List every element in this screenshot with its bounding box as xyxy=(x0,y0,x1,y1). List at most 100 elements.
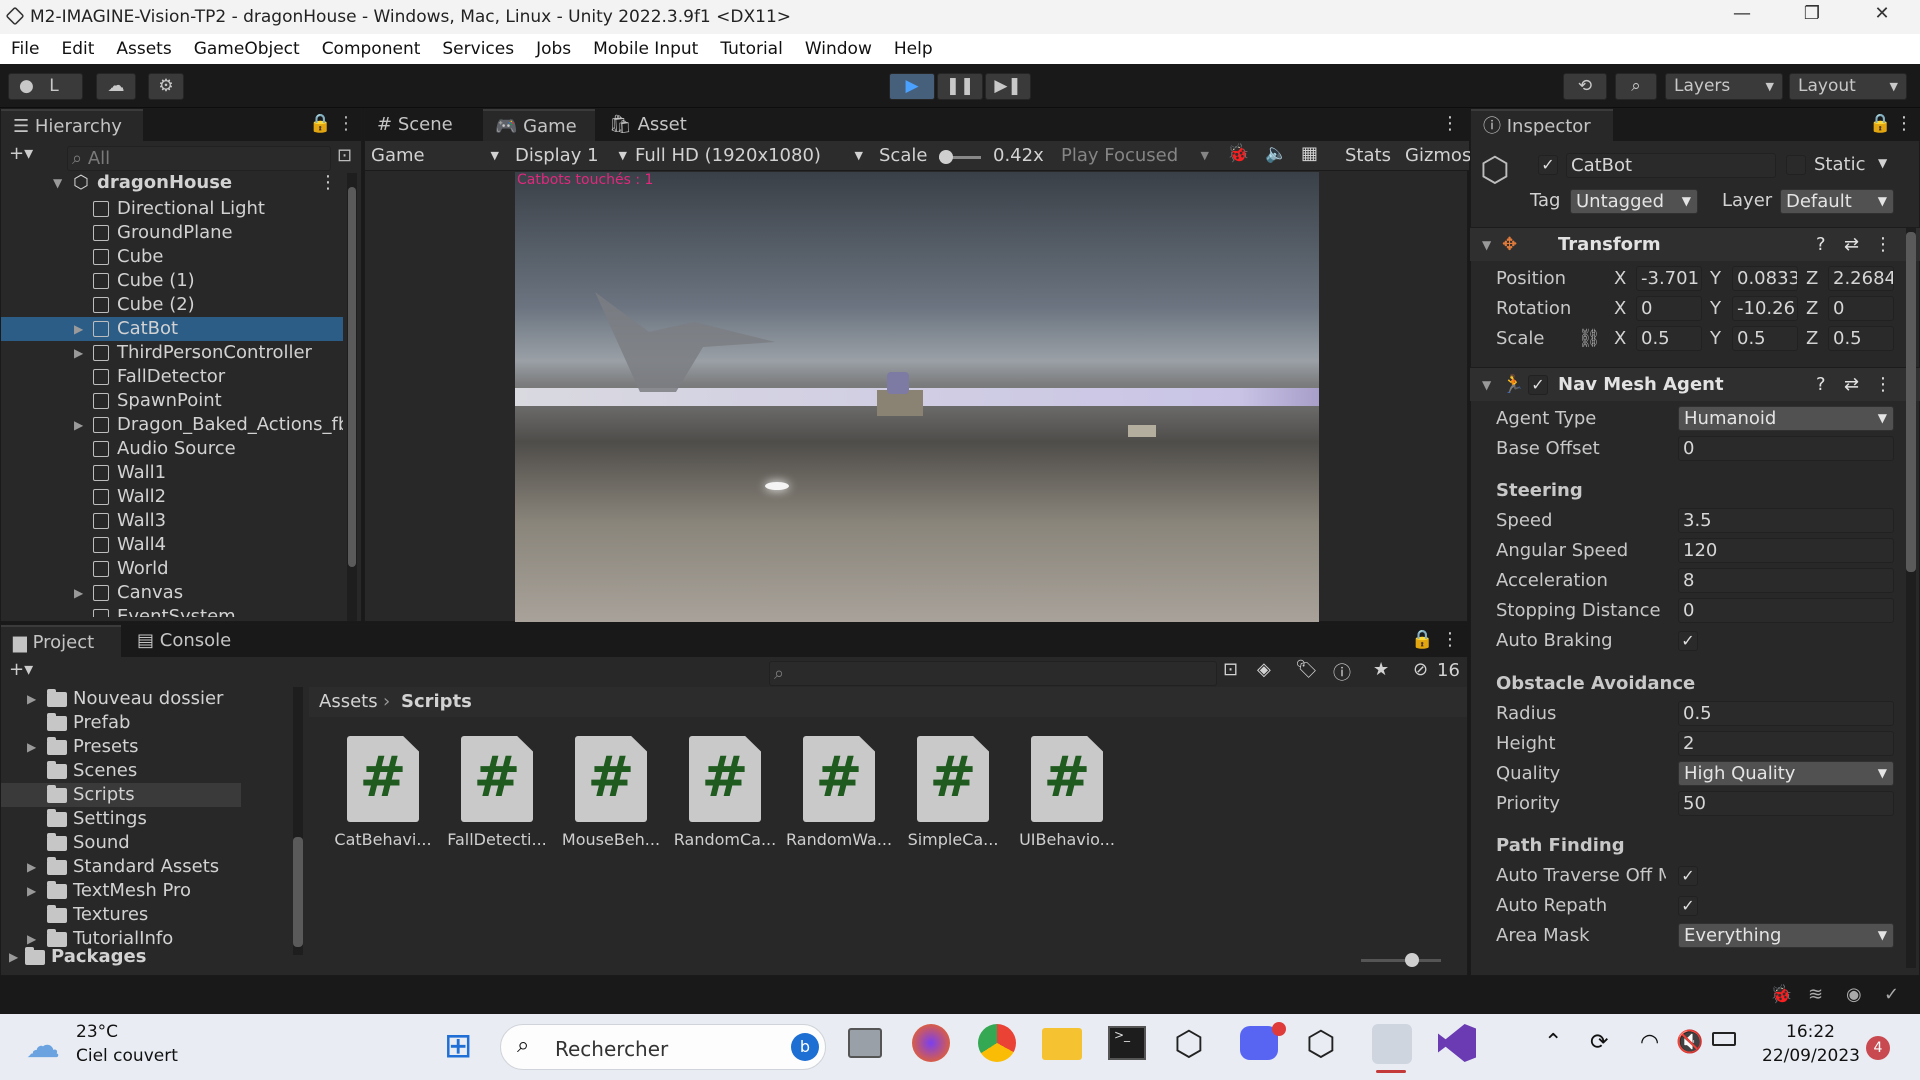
layout-dropdown[interactable]: Layout ▼ xyxy=(1789,73,1907,100)
add-button[interactable]: +▾ xyxy=(9,659,33,680)
terminal-icon[interactable]: >_ xyxy=(1108,1026,1146,1060)
rotation-x-field[interactable]: 0 xyxy=(1636,296,1702,321)
scale-x-axis-label[interactable]: X xyxy=(1614,328,1626,349)
keyboard-icon[interactable]: ▦ xyxy=(1301,143,1318,164)
angular-speed-field[interactable]: 120 xyxy=(1678,538,1894,563)
scrollbar[interactable] xyxy=(1906,228,1916,968)
scrollbar[interactable] xyxy=(293,687,303,955)
more-icon[interactable]: ⋮ xyxy=(319,171,337,195)
breadcrumb-scripts[interactable]: Scripts xyxy=(401,691,472,712)
tab-hierarchy[interactable]: ☰ Hierarchy xyxy=(1,109,143,141)
position-y-axis-label[interactable]: Y xyxy=(1710,268,1721,289)
collab-settings-button[interactable]: ⚙ xyxy=(148,73,184,100)
windows-start-icon[interactable]: ⊞ xyxy=(444,1026,473,1066)
scene-root[interactable]: ▼ ⬡ dragonHouse ⋮ xyxy=(1,171,343,197)
folder-item[interactable]: ▶ Standard Assets xyxy=(27,855,287,879)
maximize-button[interactable]: ❐ xyxy=(1782,3,1842,31)
hierarchy-item[interactable]: ▶ ThirdPersonController xyxy=(1,341,343,365)
more-icon[interactable]: ⋮ xyxy=(337,113,355,134)
search-button[interactable]: ⌕ xyxy=(1615,73,1657,100)
auto-traverse-checkbox[interactable]: ✓ xyxy=(1678,866,1698,886)
static-checkbox[interactable] xyxy=(1786,155,1806,175)
game-viewport[interactable]: Catbots touchés : 1 xyxy=(515,172,1319,622)
tab-scene[interactable]: # Scene xyxy=(365,109,481,141)
height-field[interactable]: 2 xyxy=(1678,731,1894,756)
label-icon[interactable]: 🏷 xyxy=(1295,659,1318,680)
navmesh-enabled-checkbox[interactable]: ✓ xyxy=(1528,375,1548,395)
chevron-right-icon[interactable]: ▶ xyxy=(27,687,36,711)
layer-dropdown[interactable]: Default ▼ xyxy=(1780,189,1894,214)
hierarchy-item[interactable]: Cube (2) xyxy=(1,293,343,317)
hierarchy-item[interactable]: GroundPlane xyxy=(1,221,343,245)
layers-dropdown[interactable]: Layers ▼ xyxy=(1665,73,1783,100)
more-icon[interactable]: ⋮ xyxy=(1874,228,1892,262)
alert-icon[interactable]: ⓘ xyxy=(1333,659,1351,685)
lock-icon[interactable]: 🔒 xyxy=(309,113,331,134)
chevron-right-icon[interactable]: ▶ xyxy=(27,879,36,903)
folder-item[interactable]: Scenes xyxy=(47,759,287,783)
menu-window[interactable]: Window xyxy=(805,34,872,64)
menu-assets[interactable]: Assets xyxy=(116,34,171,64)
folder-item[interactable]: Textures xyxy=(47,903,287,927)
weather-desc[interactable]: Ciel couvert xyxy=(76,1046,178,1066)
acceleration-field[interactable]: 8 xyxy=(1678,568,1894,593)
lock-icon[interactable]: 🔒 xyxy=(1869,113,1891,134)
weather-temp[interactable]: 23°C xyxy=(76,1022,118,1042)
hidden-packages-icon[interactable]: ⊘ xyxy=(1413,659,1428,680)
script-asset[interactable]: # RandomWa... xyxy=(786,736,892,860)
gizmos-button[interactable]: Gizmos xyxy=(1405,145,1471,166)
hierarchy-item[interactable]: SpawnPoint xyxy=(1,389,343,413)
firefox-icon[interactable] xyxy=(912,1024,950,1062)
script-asset[interactable]: # CatBehavi... xyxy=(330,736,432,860)
position-x-axis-label[interactable]: X xyxy=(1614,268,1626,289)
play-focus-dropdown[interactable]: Play Focused ▼ xyxy=(1061,145,1209,166)
scene-visibility-icon[interactable]: ⊡ xyxy=(337,145,352,166)
clock-date[interactable]: 22/09/2023 xyxy=(1762,1046,1860,1066)
more-icon[interactable]: ⋮ xyxy=(1441,629,1459,650)
tab-asset-store[interactable]: 🛍 Asset Store xyxy=(597,109,737,167)
hierarchy-item[interactable]: World xyxy=(1,557,343,581)
position-x-field[interactable]: -3.701 xyxy=(1636,266,1702,291)
chevron-right-icon[interactable]: ▶ xyxy=(27,855,36,879)
tab-inspector[interactable]: ⓘ Inspector xyxy=(1471,109,1613,141)
resolution-dropdown[interactable]: Full HD (1920x1080) ▼ xyxy=(635,145,863,166)
rotation-z-field[interactable]: 0 xyxy=(1828,296,1894,321)
visual-studio-icon[interactable] xyxy=(1438,1024,1476,1062)
scale-slider[interactable] xyxy=(939,150,981,164)
chevron-right-icon[interactable]: ▶ xyxy=(74,581,83,605)
folder-item[interactable]: Sound xyxy=(47,831,287,855)
tab-project[interactable]: ▆ Project xyxy=(1,625,121,657)
menu-help[interactable]: Help xyxy=(894,34,933,64)
snipping-tool-icon[interactable] xyxy=(1372,1024,1412,1064)
script-asset[interactable]: # UIBehavio... xyxy=(1014,736,1115,860)
navmesh-header[interactable]: ▼ 🏃 ✓ Nav Mesh Agent ? ⇄ ⋮ xyxy=(1470,367,1920,401)
clock-time[interactable]: 16:22 xyxy=(1786,1022,1835,1042)
folder-item[interactable]: ▶ Presets xyxy=(27,735,287,759)
hierarchy-item[interactable]: Cube (1) xyxy=(1,269,343,293)
debug-icon[interactable]: 🐞 xyxy=(1770,984,1792,1005)
rotation-z-axis-label[interactable]: Z xyxy=(1806,298,1818,319)
menu-jobs[interactable]: Jobs xyxy=(536,34,571,64)
hierarchy-item[interactable]: ▶ CatBot xyxy=(1,317,343,341)
scale-x-field[interactable]: 0.5 xyxy=(1636,326,1702,351)
taskbar-search[interactable]: ⌕ Rechercher b xyxy=(500,1024,826,1070)
script-asset[interactable]: # MouseBeh... xyxy=(558,736,660,860)
tab-console[interactable]: ▤ Console xyxy=(125,625,275,657)
hierarchy-item[interactable]: Wall2 xyxy=(1,485,343,509)
script-asset[interactable]: # RandomCa... xyxy=(672,736,776,860)
hierarchy-item[interactable]: ▶ Dragon_Baked_Actions_fb xyxy=(1,413,343,437)
chevron-right-icon[interactable]: ▶ xyxy=(74,413,83,437)
wifi-icon[interactable]: ◠ xyxy=(1640,1030,1659,1055)
gameobject-cube-icon[interactable]: ⬡ xyxy=(1480,150,1510,190)
minimize-button[interactable]: — xyxy=(1712,3,1772,31)
folder-item[interactable]: ▶ TextMesh Pro xyxy=(27,879,287,903)
menu-edit[interactable]: Edit xyxy=(61,34,94,64)
icon-size-slider[interactable] xyxy=(1361,953,1441,967)
lighting-icon[interactable]: ◉ xyxy=(1846,984,1862,1005)
tag-dropdown[interactable]: Untagged ▼ xyxy=(1570,189,1698,214)
preset-icon[interactable]: ⇄ xyxy=(1844,368,1859,402)
speed-field[interactable]: 3.5 xyxy=(1678,508,1894,533)
menu-services[interactable]: Services xyxy=(442,34,514,64)
folder-item[interactable]: ▶ Nouveau dossier xyxy=(27,687,287,711)
chevron-down-icon[interactable]: ▼ xyxy=(1878,156,1887,170)
